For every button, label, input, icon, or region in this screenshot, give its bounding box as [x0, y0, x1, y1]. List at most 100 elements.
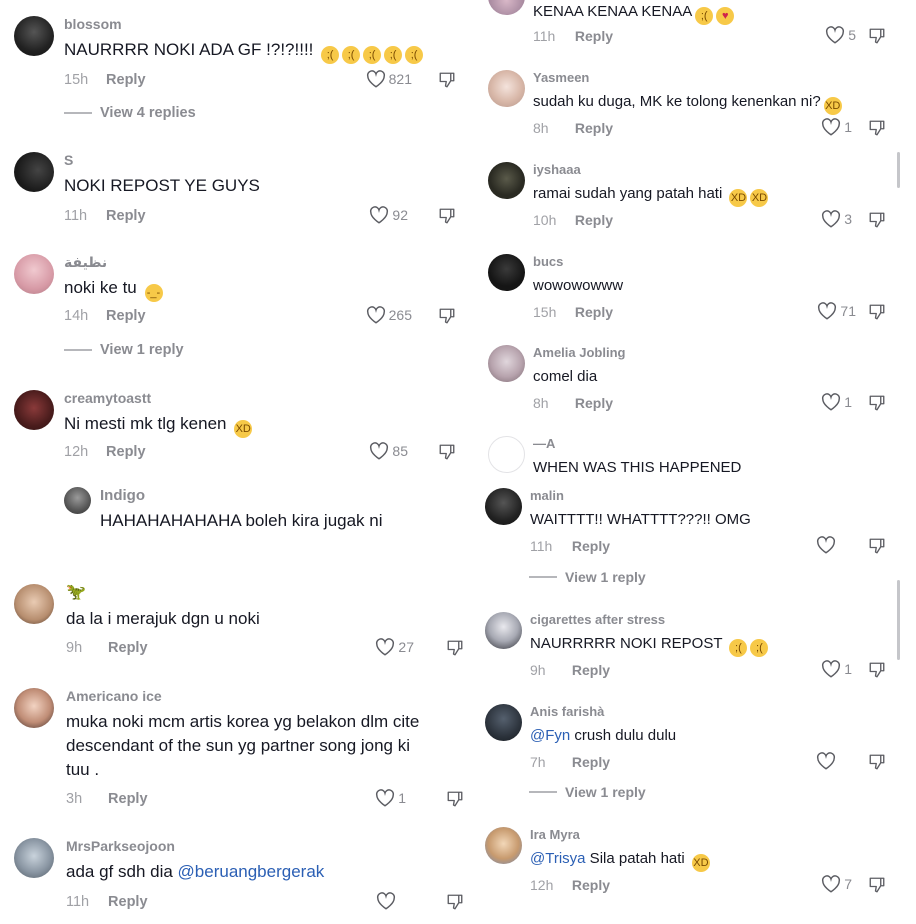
avatar[interactable] — [14, 152, 54, 192]
dislike-button[interactable] — [868, 753, 886, 776]
comment-username[interactable]: نظيفة — [64, 254, 107, 271]
reply-button[interactable]: Reply — [108, 640, 148, 656]
like-button[interactable]: 265 — [366, 306, 412, 324]
dislike-icon — [439, 308, 455, 324]
avatar[interactable] — [14, 16, 54, 56]
comment-username[interactable]: cigarettes after stress — [530, 612, 665, 627]
reply-button[interactable]: Reply — [575, 304, 613, 320]
comment-username[interactable]: —A — [533, 436, 555, 451]
reply-button[interactable]: Reply — [575, 395, 613, 411]
avatar[interactable] — [14, 838, 54, 878]
dislike-button[interactable] — [446, 639, 464, 662]
dislike-button[interactable] — [868, 537, 886, 560]
like-button[interactable] — [376, 892, 396, 910]
like-count: 7 — [844, 876, 852, 892]
scrollbar[interactable] — [897, 152, 900, 188]
avatar[interactable] — [14, 254, 54, 294]
like-button[interactable]: 1 — [821, 393, 852, 411]
view-replies-button[interactable]: View 1 reply — [529, 784, 646, 800]
view-replies-button[interactable]: View 1 reply — [529, 569, 646, 585]
mention-link[interactable]: @beruangbergerak — [178, 862, 325, 881]
reply-button[interactable]: Reply — [575, 120, 613, 136]
dislike-button[interactable] — [868, 303, 886, 326]
comment-username[interactable]: Yasmeen — [533, 70, 589, 85]
like-count: 1 — [844, 119, 852, 135]
like-button[interactable]: 7 — [821, 875, 852, 893]
reply-button[interactable]: Reply — [572, 538, 610, 554]
dislike-button[interactable] — [868, 119, 886, 142]
like-button[interactable]: 1 — [821, 660, 852, 678]
reply-button[interactable]: Reply — [106, 208, 146, 224]
like-button[interactable]: 71 — [817, 302, 856, 320]
comment-username[interactable]: malin — [530, 488, 564, 503]
like-button[interactable]: 27 — [375, 638, 414, 656]
like-button[interactable]: 5 — [825, 26, 856, 44]
scrollbar[interactable] — [897, 580, 900, 660]
dislike-button[interactable] — [868, 876, 886, 899]
like-button[interactable] — [816, 752, 836, 770]
timestamp: 12h — [530, 877, 554, 893]
avatar[interactable] — [488, 0, 525, 15]
comment-username[interactable]: Amelia Jobling — [533, 345, 625, 360]
like-button[interactable]: 821 — [366, 70, 412, 88]
comment-username[interactable]: 🦖 — [66, 582, 86, 602]
reply-button[interactable]: Reply — [575, 28, 613, 44]
avatar[interactable] — [485, 827, 522, 864]
comment-username[interactable]: Anis farishà — [530, 704, 604, 719]
dislike-button[interactable] — [438, 71, 456, 94]
like-button[interactable]: 1 — [821, 118, 852, 136]
dislike-button[interactable] — [868, 211, 886, 234]
avatar[interactable] — [488, 436, 525, 473]
reply-button[interactable]: Reply — [106, 72, 146, 88]
avatar[interactable] — [488, 345, 525, 382]
comment-username[interactable]: MrsParkseojoon — [66, 838, 175, 854]
comment-username[interactable]: Americano ice — [66, 688, 162, 704]
comment-username[interactable]: blossom — [64, 16, 122, 32]
avatar[interactable] — [14, 688, 54, 728]
comment-text: NAURRRR NOKI ADA GF !?!?!!!! ;(;(;(;(;( — [64, 38, 424, 64]
like-button[interactable]: 3 — [821, 210, 852, 228]
like-button[interactable]: 92 — [369, 206, 408, 224]
avatar[interactable] — [488, 162, 525, 199]
like-button[interactable] — [816, 536, 836, 554]
dislike-button[interactable] — [868, 27, 886, 50]
avatar[interactable] — [488, 254, 525, 291]
comment-text: NOKI REPOST YE GUYS — [64, 176, 260, 195]
dislike-button[interactable] — [868, 661, 886, 684]
dislike-button[interactable] — [438, 307, 456, 330]
comment-username[interactable]: iyshaaa — [533, 162, 581, 177]
reply-button[interactable]: Reply — [108, 791, 148, 807]
dislike-button[interactable] — [438, 443, 456, 466]
avatar[interactable] — [14, 390, 54, 430]
dislike-button[interactable] — [868, 394, 886, 417]
avatar[interactable] — [64, 487, 91, 514]
mention-link[interactable]: @Trisya — [530, 850, 586, 867]
reply-button[interactable]: Reply — [572, 754, 610, 770]
view-replies-button[interactable]: View 4 replies — [64, 105, 196, 121]
dislike-button[interactable] — [438, 207, 456, 230]
dislike-button[interactable] — [446, 893, 464, 916]
reply-button[interactable]: Reply — [575, 212, 613, 228]
reply-button[interactable]: Reply — [108, 894, 148, 910]
timestamp: 8h — [533, 120, 549, 136]
mention-link[interactable]: @Fyn — [530, 727, 570, 744]
like-button[interactable]: 85 — [369, 442, 408, 460]
comment-username[interactable]: Ira Myra — [530, 827, 580, 842]
comment-username[interactable]: S — [64, 152, 73, 168]
like-button[interactable]: 1 — [375, 789, 406, 807]
avatar[interactable] — [485, 612, 522, 649]
reply-button[interactable]: Reply — [572, 877, 610, 893]
dislike-button[interactable] — [446, 790, 464, 813]
reply-button[interactable]: Reply — [106, 308, 146, 324]
avatar[interactable] — [488, 70, 525, 107]
reply-button[interactable]: Reply — [106, 444, 146, 460]
comment-username[interactable]: creamytoastt — [64, 390, 151, 406]
avatar[interactable] — [485, 704, 522, 741]
view-replies-button[interactable]: View 1 reply — [64, 342, 184, 358]
avatar[interactable] — [485, 488, 522, 525]
heart-icon — [370, 442, 389, 460]
comment-username[interactable]: bucs — [533, 254, 563, 269]
avatar[interactable] — [14, 584, 54, 624]
reply-username[interactable]: Indigo — [100, 487, 145, 504]
reply-button[interactable]: Reply — [572, 662, 610, 678]
